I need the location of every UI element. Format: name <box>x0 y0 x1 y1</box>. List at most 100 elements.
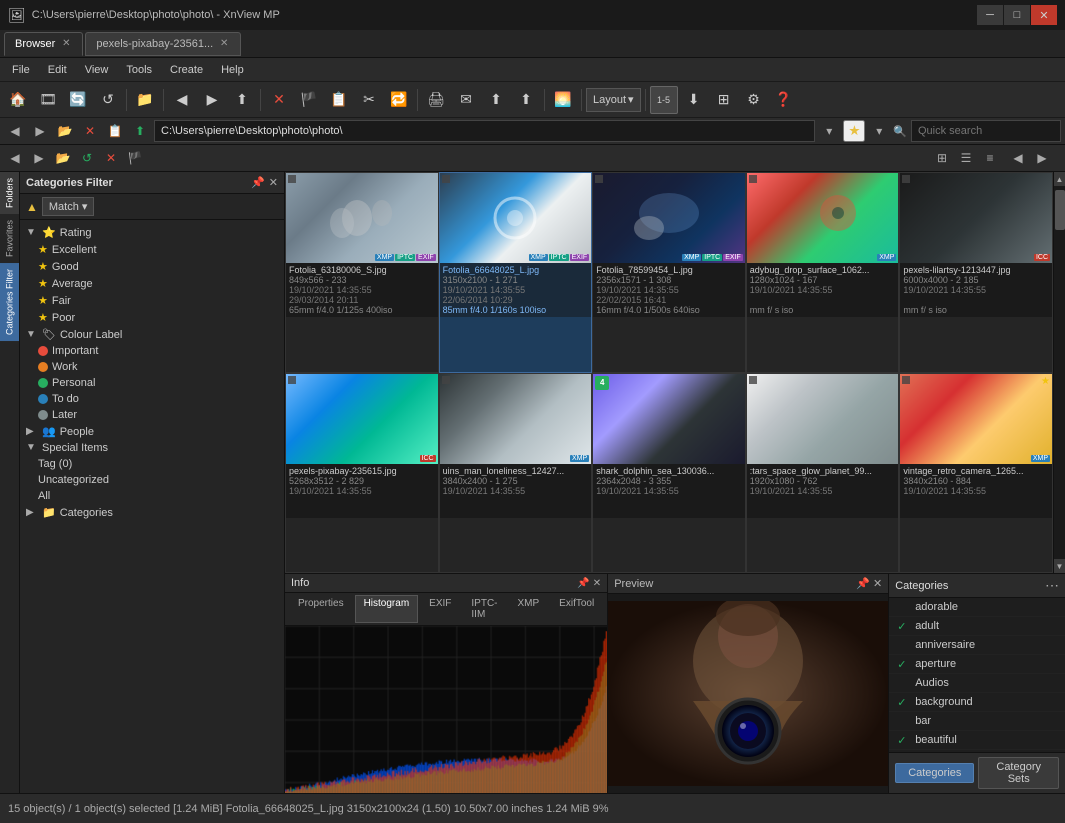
toolbar-next-button[interactable]: ▶ <box>198 86 226 114</box>
cat-item-adorable[interactable]: ✓ adorable <box>889 598 1065 617</box>
tab-xmp[interactable]: XMP <box>509 595 549 623</box>
file-item-3[interactable]: XMP IPTC EXIF Fotolia_78599454_L.jpg 235… <box>592 172 746 373</box>
cat-item-background[interactable]: ✓ background <box>889 693 1065 712</box>
file-item-9[interactable]: :tars_space_glow_planet_99... 1920x1080 … <box>746 373 900 574</box>
menu-edit[interactable]: Edit <box>40 62 75 78</box>
nav-forward-button[interactable]: ▶ <box>28 147 50 169</box>
tab-exif[interactable]: EXIF <box>420 595 460 623</box>
work-tree-node[interactable]: Work <box>20 359 284 375</box>
minimize-button[interactable]: ─ <box>977 5 1003 25</box>
cat-item-anniversaire[interactable]: ✓ anniversaire <box>889 636 1065 655</box>
toolbar-filmstrip-button[interactable]: 🎞 <box>34 86 62 114</box>
menu-view[interactable]: View <box>77 62 117 78</box>
toolbar-home-button[interactable]: 🏠 <box>4 86 32 114</box>
cat-more-icon[interactable]: ⋯ <box>1045 577 1059 594</box>
layout-dropdown[interactable]: Layout ▾ <box>586 88 641 112</box>
addr-folder-new-button[interactable]: 📂 <box>54 120 76 142</box>
categories-button[interactable]: Categories <box>895 763 974 783</box>
toolbar-numbering-button[interactable]: 1-5 <box>650 86 678 114</box>
toolbar-settings-button[interactable]: ⚙ <box>740 86 768 114</box>
addr-back-button[interactable]: ◀ <box>4 120 26 142</box>
toolbar-copy-button[interactable]: 📋 <box>325 86 353 114</box>
fair-tree-node[interactable]: ★ Fair <box>20 292 284 309</box>
nav-list-button[interactable]: ☰ <box>955 147 977 169</box>
info-close-icon[interactable]: ✕ <box>593 578 601 589</box>
toolbar-upload-button[interactable]: ⬆ <box>512 86 540 114</box>
toolbar-filter-button[interactable]: ⊞ <box>710 86 738 114</box>
addr-copy-button[interactable]: 📋 <box>104 120 126 142</box>
filter-close-icon[interactable]: ✕ <box>269 176 278 189</box>
filter-pin-icon[interactable]: 📌 <box>251 176 265 189</box>
info-pin-icon[interactable]: 📌 <box>577 578 589 589</box>
addr-star-button[interactable]: ★ <box>843 120 865 142</box>
file-item-7[interactable]: XMP uins_man_loneliness_12427... 3840x24… <box>439 373 593 574</box>
addr-up-button[interactable]: ⬆ <box>129 120 151 142</box>
toolbar-sort-button[interactable]: ⬇ <box>680 86 708 114</box>
category-sets-button[interactable]: Category Sets <box>978 757 1059 789</box>
excellent-tree-node[interactable]: ★ Excellent <box>20 241 284 258</box>
addr-forward-button[interactable]: ▶ <box>29 120 51 142</box>
toolbar-panorama-button[interactable]: 🌅 <box>549 86 577 114</box>
cat-item-beautiful[interactable]: ✓ beautiful <box>889 731 1065 750</box>
tab-iptc[interactable]: IPTC-IIM <box>462 595 506 623</box>
file-item-8[interactable]: 4 shark_dolphin_sea_130036... 2364x2048 … <box>592 373 746 574</box>
cat-item-adult[interactable]: ✓ adult <box>889 617 1065 636</box>
addr-delete-button[interactable]: ✕ <box>79 120 101 142</box>
file-item-5[interactable]: ICC pexels-lilartsy-1213447.jpg 6000x400… <box>899 172 1053 373</box>
menu-create[interactable]: Create <box>162 62 211 78</box>
menu-help[interactable]: Help <box>213 62 252 78</box>
later-tree-node[interactable]: Later <box>20 407 284 423</box>
poor-tree-node[interactable]: ★ Poor <box>20 309 284 326</box>
tab-close-image[interactable]: ✕ <box>218 38 230 50</box>
scroll-down-button[interactable]: ▼ <box>1054 559 1065 573</box>
preview-pin-icon[interactable]: 📌 <box>856 577 870 590</box>
colour-label-tree-node[interactable]: ▼ 🏷 Colour Label <box>20 326 284 343</box>
toolbar-refresh-button[interactable]: 🔄 <box>64 86 92 114</box>
cat-item-aperture[interactable]: ✓ aperture <box>889 655 1065 674</box>
maximize-button[interactable]: □ <box>1004 5 1030 25</box>
file-item-selected[interactable]: XMP IPTC EXIF Fotolia_66648025_L.jpg 315… <box>439 172 593 373</box>
all-tree-node[interactable]: All <box>20 488 284 504</box>
toolbar-refresh2-button[interactable]: ↺ <box>94 86 122 114</box>
todo-tree-node[interactable]: To do <box>20 391 284 407</box>
quick-search-input[interactable] <box>911 120 1061 142</box>
address-input[interactable] <box>154 120 815 142</box>
toolbar-convert-button[interactable]: 🔁 <box>385 86 413 114</box>
tab-exiftool[interactable]: ExifTool <box>550 595 603 623</box>
toolbar-print-button[interactable]: 🖨 <box>422 86 450 114</box>
tab-browser[interactable]: Browser ✕ <box>4 32 83 56</box>
scroll-thumb[interactable] <box>1055 190 1065 230</box>
preview-close-icon[interactable]: ✕ <box>873 577 882 590</box>
nav-scroll-right-button[interactable]: ▶ <box>1031 147 1053 169</box>
tab-properties[interactable]: Properties <box>289 595 353 623</box>
tab-close-browser[interactable]: ✕ <box>60 38 72 50</box>
favorites-tab[interactable]: Favorites <box>0 214 19 263</box>
file-item-6[interactable]: ICC pexels-pixabay-235615.jpg 5268x3512 … <box>285 373 439 574</box>
cat-item-bar[interactable]: ✓ bar <box>889 712 1065 731</box>
toolbar-email-button[interactable]: ✉ <box>452 86 480 114</box>
filter-tab[interactable]: Categories Filter <box>0 263 19 341</box>
menu-file[interactable]: File <box>4 62 38 78</box>
close-button[interactable]: ✕ <box>1031 5 1057 25</box>
addr-star2-button[interactable]: ▾ <box>868 120 890 142</box>
nav-refresh-button[interactable]: ↺ <box>76 147 98 169</box>
personal-tree-node[interactable]: Personal <box>20 375 284 391</box>
tab-image[interactable]: pexels-pixabay-23561... ✕ <box>85 32 241 56</box>
toolbar-move-button[interactable]: ✂ <box>355 86 383 114</box>
scroll-up-button[interactable]: ▲ <box>1054 172 1065 186</box>
rating-tree-node[interactable]: ▼ ⭐ Rating <box>20 224 284 241</box>
nav-filter-flag-button[interactable]: 🏴 <box>124 147 146 169</box>
nav-detail-button[interactable]: ≡ <box>979 147 1001 169</box>
file-item-4[interactable]: XMP adybug_drop_surface_1062... 1280x102… <box>746 172 900 373</box>
toolbar-export-button[interactable]: ⬆ <box>482 86 510 114</box>
toolbar-flag-button[interactable]: 🏴 <box>295 86 323 114</box>
special-items-tree-node[interactable]: ▼ Special Items <box>20 440 284 456</box>
file-item-10[interactable]: ★ XMP vintage_retro_camera_1265... 3840x… <box>899 373 1053 574</box>
toolbar-prev-button[interactable]: ◀ <box>168 86 196 114</box>
menu-tools[interactable]: Tools <box>118 62 160 78</box>
toolbar-delete-button[interactable]: ✕ <box>265 86 293 114</box>
important-tree-node[interactable]: Important <box>20 343 284 359</box>
nav-back-button[interactable]: ◀ <box>4 147 26 169</box>
tag0-tree-node[interactable]: Tag (0) <box>20 456 284 472</box>
good-tree-node[interactable]: ★ Good <box>20 258 284 275</box>
